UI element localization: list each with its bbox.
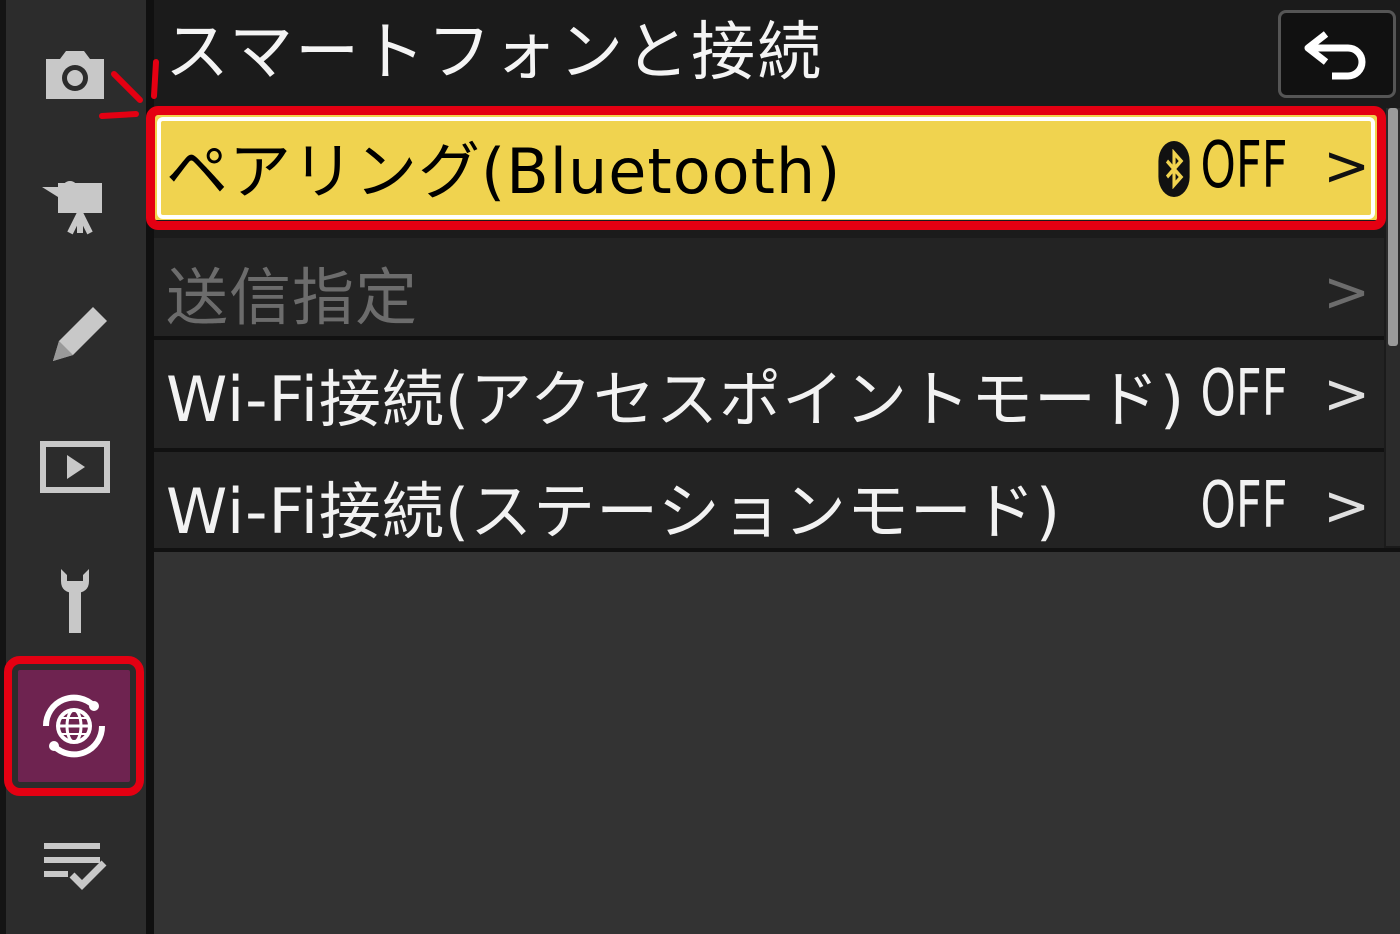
row-divider (154, 336, 1384, 340)
selection-highlight-frame (146, 106, 1386, 230)
menu-item-wifi-access-point[interactable]: Wi-Fi接続(アクセスポイントモード) OFF > (154, 340, 1384, 448)
menu-item-label: 送信指定 (166, 261, 419, 334)
back-button[interactable] (1278, 10, 1396, 98)
checklist-icon[interactable] (20, 810, 130, 920)
menu-item-send-designation[interactable]: 送信指定 > (154, 238, 1384, 346)
sidebar (0, 0, 148, 934)
wrench-icon[interactable] (20, 545, 130, 655)
network-globe-icon[interactable] (4, 656, 144, 796)
menu-item-wifi-station[interactable]: Wi-Fi接続(ステーションモード) OFF > (154, 452, 1384, 560)
play-icon[interactable] (20, 412, 130, 522)
row-divider (154, 448, 1384, 452)
scrollbar-thumb[interactable] (1388, 108, 1398, 346)
menu-item-label: Wi-Fi接続(アクセスポイントモード) (166, 363, 1186, 436)
menu-item-value: OFF (1200, 357, 1288, 431)
chevron-right-icon: > (1323, 473, 1370, 539)
movie-camera-icon[interactable] (20, 150, 130, 260)
menu-item-value: OFF (1200, 469, 1288, 543)
pencil-icon[interactable] (20, 280, 130, 390)
chevron-right-icon: > (1323, 259, 1370, 325)
return-arrow-icon (1304, 31, 1366, 80)
menu-item-label: Wi-Fi接続(ステーションモード) (166, 475, 1062, 548)
chevron-right-icon: > (1323, 361, 1370, 427)
empty-list-area (154, 548, 1400, 934)
page-title: スマートフォンと接続 (165, 16, 824, 90)
